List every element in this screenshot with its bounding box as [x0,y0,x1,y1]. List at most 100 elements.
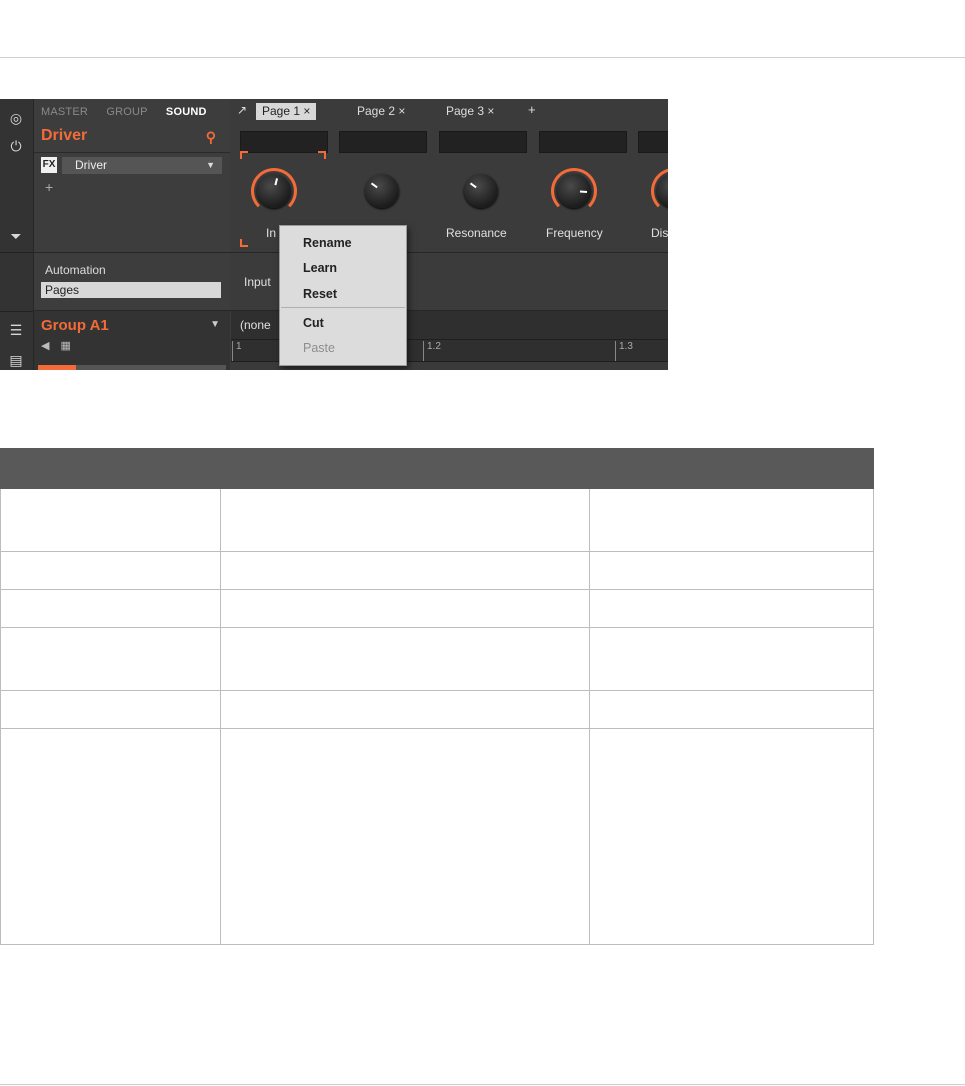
menu-item-learn[interactable]: Learn [303,261,337,275]
table-row [0,728,874,945]
knob-label: In [266,226,277,240]
search-icon[interactable]: ⚲ [206,129,216,146]
strip-divider [0,252,33,253]
knob-body [257,174,291,208]
knob-body [365,174,399,208]
table-cell [219,589,591,628]
table-header-row [0,448,874,489]
plugin-select[interactable]: Driver ▼ [62,157,222,174]
menu-separator [281,307,405,308]
knob-unnamed[interactable] [359,168,405,214]
input-label: Input [244,275,271,289]
tab-page-3[interactable]: Page 3 × [440,103,500,120]
automation-label: Automation [45,263,106,277]
macro-slot[interactable] [439,131,527,153]
focus-corner [240,239,248,247]
group-icons: ◀ ▦ [41,339,71,352]
chevron-down-icon[interactable]: ▼ [210,319,220,330]
table-cell [0,488,221,552]
page-tabs: ↗ Page 1 × Page 2 × Page 3 × + [231,99,668,123]
table-cell [219,690,591,729]
knob-label: Resonance [446,226,507,240]
table-cell [0,551,221,590]
pads-grid-icon[interactable]: ▦ [61,340,71,352]
tab-group[interactable]: GROUP [106,106,147,118]
speaker-icon[interactable]: ◀ [41,340,49,352]
macro-slot[interactable] [240,131,328,153]
table-header-cell [0,448,221,489]
ruler-tick: 1.2 [423,341,441,361]
sound-slot[interactable] [76,365,226,370]
group-name: Group A1 [41,317,109,334]
macro-slot[interactable] [539,131,627,153]
add-page-button[interactable]: + [528,102,536,117]
sound-panel: MASTER GROUP SOUND Driver ⚲ FX Driver ▼ … [34,99,230,252]
target-icon[interactable]: ◎ [7,109,25,127]
knob-resonance[interactable] [458,168,504,214]
left-icon-strip: ◎ ⏻ ⏷ ☰ ▤ [0,99,34,370]
bottom-rule [0,1084,965,1085]
fx-badge: FX [41,157,57,173]
macro-slot[interactable] [638,131,668,153]
grid-view-icon[interactable]: ▤ [7,351,25,369]
table-cell [589,589,874,628]
top-rule [0,57,965,58]
table-cell [589,690,874,729]
knob-dis[interactable] [651,168,668,214]
plugin-name: Driver [75,158,107,172]
menu-item-cut[interactable]: Cut [303,316,324,330]
table-cell [219,551,591,590]
tab-page-2[interactable]: Page 2 × [351,103,411,120]
chevron-down-icon: ▼ [206,160,215,170]
automation-panel: Automation Pages [34,253,230,311]
pattern-label[interactable]: (none [240,318,271,332]
menu-item-reset[interactable]: Reset [303,287,337,301]
table-cell [0,627,221,691]
table-cell [219,627,591,691]
table-cell [589,488,874,552]
menu-item-paste: Paste [303,341,335,355]
tab-sound[interactable]: SOUND [166,106,207,118]
knob-frequency[interactable] [551,168,597,214]
table-cell [589,627,874,691]
context-menu: Rename Learn Reset Cut Paste [279,225,407,366]
plug-icon[interactable]: ⏻ [7,137,25,155]
table-cell [0,728,221,945]
app-screenshot: ◎ ⏻ ⏷ ☰ ▤ MASTER GROUP SOUND Driver ⚲ FX… [0,99,668,370]
tab-master[interactable]: MASTER [41,106,88,118]
table-cell [0,589,221,628]
knob-in[interactable] [251,168,297,214]
panel-divider [34,152,230,153]
sound-slot-highlight[interactable] [38,365,76,370]
collapse-icon[interactable]: ⏷ [7,227,25,245]
table-row [0,589,874,628]
focus-corner [240,151,248,159]
menu-item-rename[interactable]: Rename [303,236,352,250]
strip-divider [0,311,33,312]
add-plugin-button[interactable]: + [45,179,53,195]
sound-name: Driver [41,127,88,144]
table-header-cell [589,448,874,489]
table-cell [219,488,591,552]
ruler-tick: 1 [232,341,242,361]
focus-corner [318,151,326,159]
level-tabs: MASTER GROUP SOUND [41,106,222,118]
knob-label: Frequency [546,226,603,240]
table-cell [589,551,874,590]
ruler-tick: 1.3 [615,341,633,361]
table-row [0,551,874,590]
table-row [0,690,874,729]
expand-arrow-icon[interactable]: ↗ [237,103,247,117]
tab-page-1[interactable]: Page 1 × [256,103,317,120]
parameter-table [0,448,874,945]
table-cell [589,728,874,945]
list-view-icon[interactable]: ☰ [7,321,25,339]
knob-body [464,174,498,208]
table-row [0,488,874,552]
pages-item[interactable]: Pages [41,282,221,298]
table-cell [219,728,591,945]
knob-label: Dis [651,226,668,240]
table-header-cell [219,448,591,489]
macro-slot[interactable] [339,131,427,153]
group-panel: Group A1 ▼ ◀ ▦ [34,311,230,370]
